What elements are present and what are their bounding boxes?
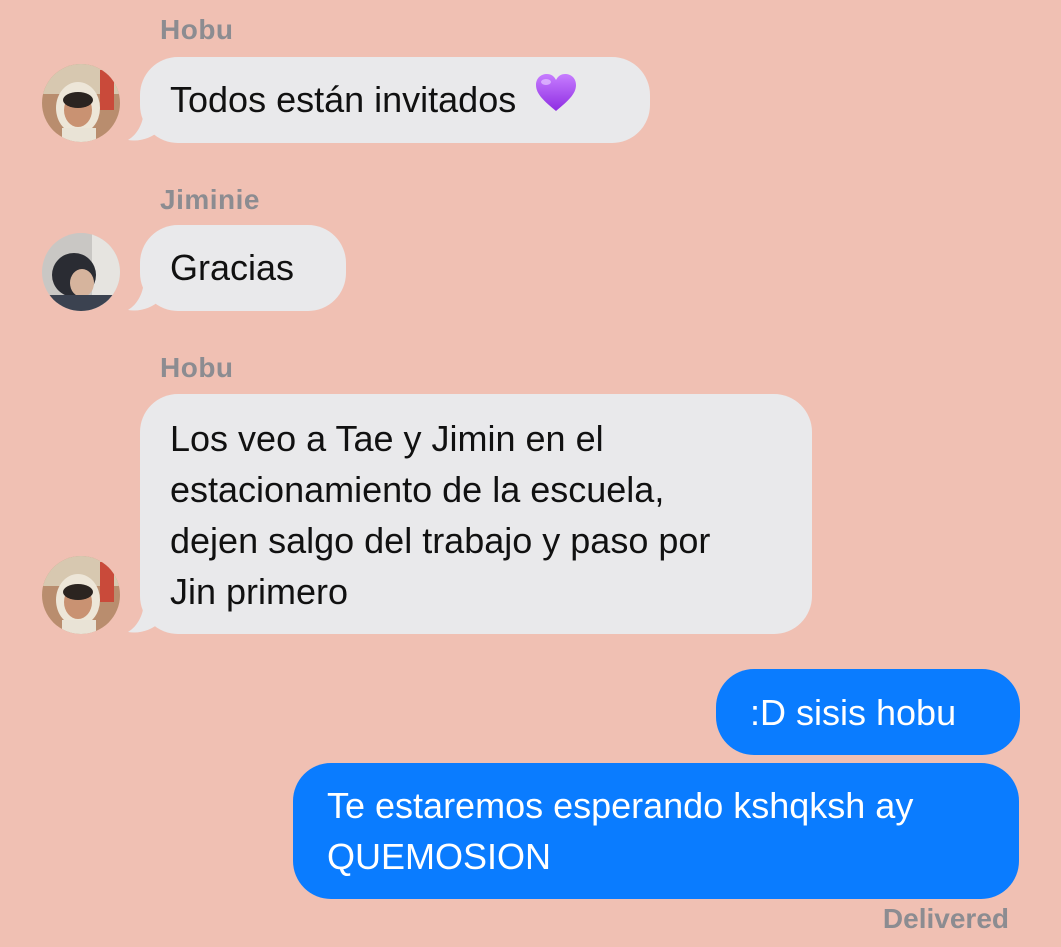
message-text: Gracias	[170, 247, 295, 288]
avatar-hobu[interactable]	[42, 64, 120, 142]
avatar-hobu-image	[42, 556, 120, 634]
message-bubble-incoming[interactable]: Todos están invitados	[140, 57, 650, 143]
sender-name-hobu: Hobu	[160, 14, 234, 45]
avatar-hobu-image	[42, 64, 120, 142]
message-bubble-incoming[interactable]: Gracias	[140, 225, 346, 311]
message-text-line: estacionamiento de la escuela,	[170, 469, 665, 510]
message-text-line: Te estaremos esperando kshqksh ay	[327, 785, 914, 826]
avatar-hobu[interactable]	[42, 556, 120, 634]
message-bubble-outgoing[interactable]: :D sisis hobu	[716, 669, 1020, 755]
delivery-status: Delivered	[882, 903, 1009, 934]
message-text-line: Jin primero	[170, 571, 349, 612]
message-bubble-outgoing[interactable]: Te estaremos esperando kshqksh ay QUEMOS…	[293, 763, 1019, 899]
avatar-jiminie[interactable]	[42, 233, 120, 311]
message-text-line: dejen salgo del trabajo y paso por	[170, 520, 711, 561]
message-text-line: Los veo a Tae y Jimin en el	[170, 418, 604, 459]
message-bubble-incoming[interactable]: Los veo a Tae y Jimin en el estacionamie…	[140, 394, 812, 634]
sender-name-hobu: Hobu	[160, 352, 234, 383]
avatar-jiminie-image	[42, 233, 120, 311]
message-text: :D sisis hobu	[750, 692, 957, 733]
message-text-line: QUEMOSION	[327, 836, 552, 877]
purple-heart-icon	[534, 73, 578, 126]
message-text: Todos están invitados	[170, 79, 517, 120]
sender-name-jiminie: Jiminie	[160, 184, 260, 215]
